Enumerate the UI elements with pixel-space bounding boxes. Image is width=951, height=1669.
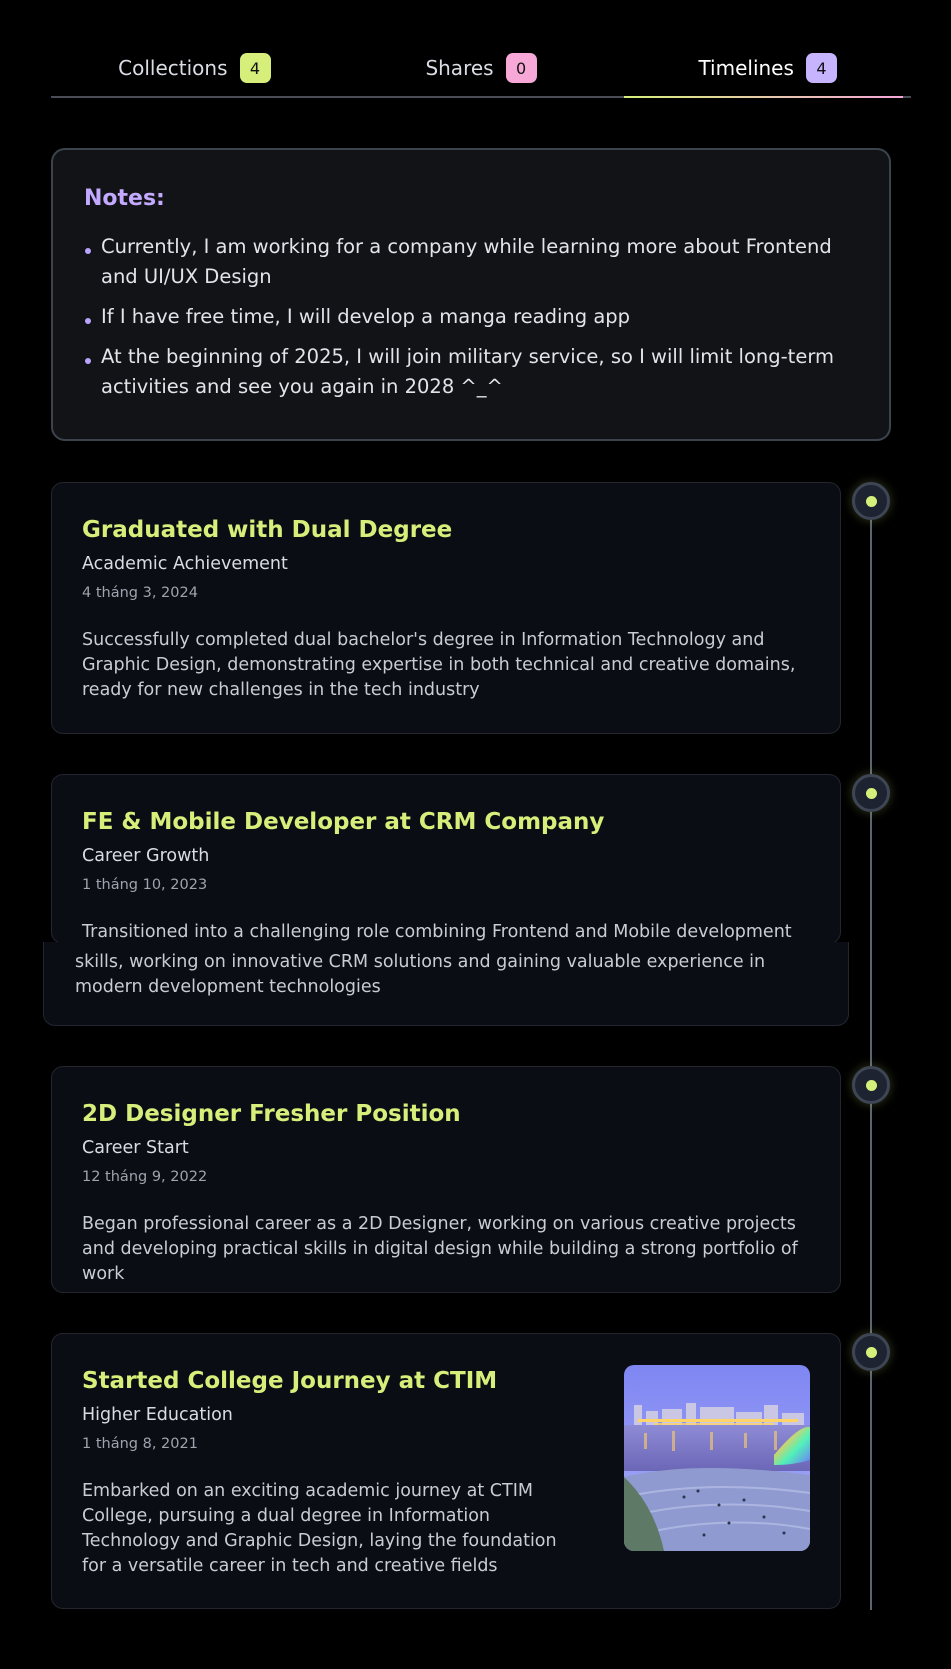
note-item: If I have free time, I will develop a ma… bbox=[84, 302, 859, 332]
timeline-dot bbox=[852, 774, 890, 812]
card-description: Began professional career as a 2D Design… bbox=[82, 1214, 798, 1284]
notes-list: Currently, I am working for a company wh… bbox=[84, 232, 859, 402]
card-title: Started College Journey at CTIM bbox=[82, 1368, 498, 1394]
tab-label: Collections bbox=[118, 56, 228, 80]
notes-title: Notes: bbox=[84, 186, 165, 211]
timeline-card: Graduated with Dual Degree Academic Achi… bbox=[51, 482, 841, 734]
card-description-overflow: skills, working on innovative CRM soluti… bbox=[43, 942, 849, 1026]
note-item: Currently, I am working for a company wh… bbox=[84, 232, 859, 292]
tab-shares[interactable]: Shares 0 bbox=[338, 40, 625, 96]
timeline-dot bbox=[852, 1333, 890, 1371]
card-description: Successfully completed dual bachelor's d… bbox=[82, 630, 796, 700]
timeline-dot bbox=[852, 1066, 890, 1104]
notes-panel: Notes: Currently, I am working for a com… bbox=[51, 148, 891, 441]
timeline-card: Started College Journey at CTIM Higher E… bbox=[51, 1333, 841, 1609]
tab-label: Shares bbox=[425, 56, 494, 80]
card-category: Higher Education bbox=[82, 1405, 233, 1425]
tab-label: Timelines bbox=[698, 56, 794, 80]
card-description: Embarked on an exciting academic journey… bbox=[82, 1481, 557, 1576]
card-category: Career Growth bbox=[82, 846, 210, 866]
card-date: 1 tháng 10, 2023 bbox=[82, 877, 208, 893]
card-date: 1 tháng 8, 2021 bbox=[82, 1436, 198, 1452]
tab-collections[interactable]: Collections 4 bbox=[51, 40, 338, 96]
card-category: Academic Achievement bbox=[82, 554, 288, 574]
card-title: FE & Mobile Developer at CRM Company bbox=[82, 809, 605, 835]
count-badge: 4 bbox=[805, 53, 837, 83]
timeline-card: FE & Mobile Developer at CRM Company Car… bbox=[43, 774, 849, 1026]
tab-bar: Collections 4 Shares 0 Timelines 4 bbox=[51, 40, 911, 98]
count-badge: 4 bbox=[239, 53, 271, 83]
card-date: 4 tháng 3, 2024 bbox=[82, 585, 198, 601]
city-riverside-photo bbox=[624, 1365, 810, 1551]
card-text: Started College Journey at CTIM Higher E… bbox=[82, 1367, 582, 1579]
card-date: 12 tháng 9, 2022 bbox=[82, 1169, 208, 1185]
count-badge: 0 bbox=[505, 53, 537, 83]
timeline-line bbox=[870, 500, 872, 1610]
note-item: At the beginning of 2025, I will join mi… bbox=[84, 342, 859, 402]
timeline-card: 2D Designer Fresher Position Career Star… bbox=[51, 1066, 841, 1293]
card-title: 2D Designer Fresher Position bbox=[82, 1101, 461, 1127]
card-title: Graduated with Dual Degree bbox=[82, 517, 453, 543]
tab-timelines[interactable]: Timelines 4 bbox=[624, 40, 911, 98]
card-category: Career Start bbox=[82, 1138, 189, 1158]
timeline-dot bbox=[852, 482, 890, 520]
